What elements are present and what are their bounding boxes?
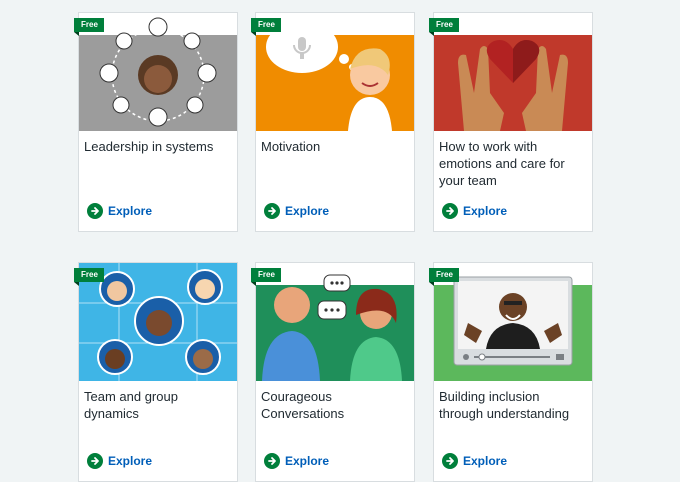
course-title: Team and group dynamics: [84, 389, 178, 421]
free-badge: Free: [251, 268, 281, 286]
explore-link[interactable]: Explore: [264, 453, 329, 469]
course-card-leadership[interactable]: Free Leadership in systems Explore: [74, 12, 238, 232]
explore-label: Explore: [108, 454, 153, 468]
explore-link[interactable]: Explore: [264, 203, 329, 219]
course-card-inclusion[interactable]: Free Building inclusion through understa…: [429, 262, 593, 482]
free-badge: Free: [429, 268, 459, 286]
course-title: How to work with emotions and care for y…: [439, 139, 565, 188]
course-title: Motivation: [261, 139, 321, 154]
course-title: Building inclusion through understanding: [439, 389, 570, 421]
arrow-right-icon: [87, 453, 103, 469]
course-title: Leadership in systems: [84, 139, 214, 154]
explore-link[interactable]: Explore: [442, 203, 507, 219]
course-card-emotions[interactable]: Free How to work with emotions and care …: [429, 12, 593, 232]
arrow-right-icon: [264, 453, 280, 469]
explore-link[interactable]: Explore: [442, 453, 507, 469]
arrow-right-icon: [87, 203, 103, 219]
explore-label: Explore: [463, 204, 508, 218]
explore-link[interactable]: Explore: [87, 203, 152, 219]
explore-label: Explore: [285, 454, 330, 468]
explore-label: Explore: [463, 454, 508, 468]
free-badge: Free: [74, 18, 104, 36]
course-card-conversations[interactable]: Free Courageous Conversations Explore: [251, 262, 415, 482]
free-badge: Free: [251, 18, 281, 36]
course-card-team-dynamics[interactable]: Free Team and group dynamics Explore: [74, 262, 238, 482]
free-badge: Free: [74, 268, 104, 286]
explore-link[interactable]: Explore: [87, 453, 152, 469]
arrow-right-icon: [442, 453, 458, 469]
arrow-right-icon: [442, 203, 458, 219]
explore-label: Explore: [108, 204, 153, 218]
course-title: Courageous Conversations: [261, 389, 345, 421]
explore-label: Explore: [285, 204, 330, 218]
free-badge: Free: [429, 18, 459, 36]
course-card-motivation[interactable]: Free Motivation Explore: [251, 12, 415, 232]
arrow-right-icon: [264, 203, 280, 219]
